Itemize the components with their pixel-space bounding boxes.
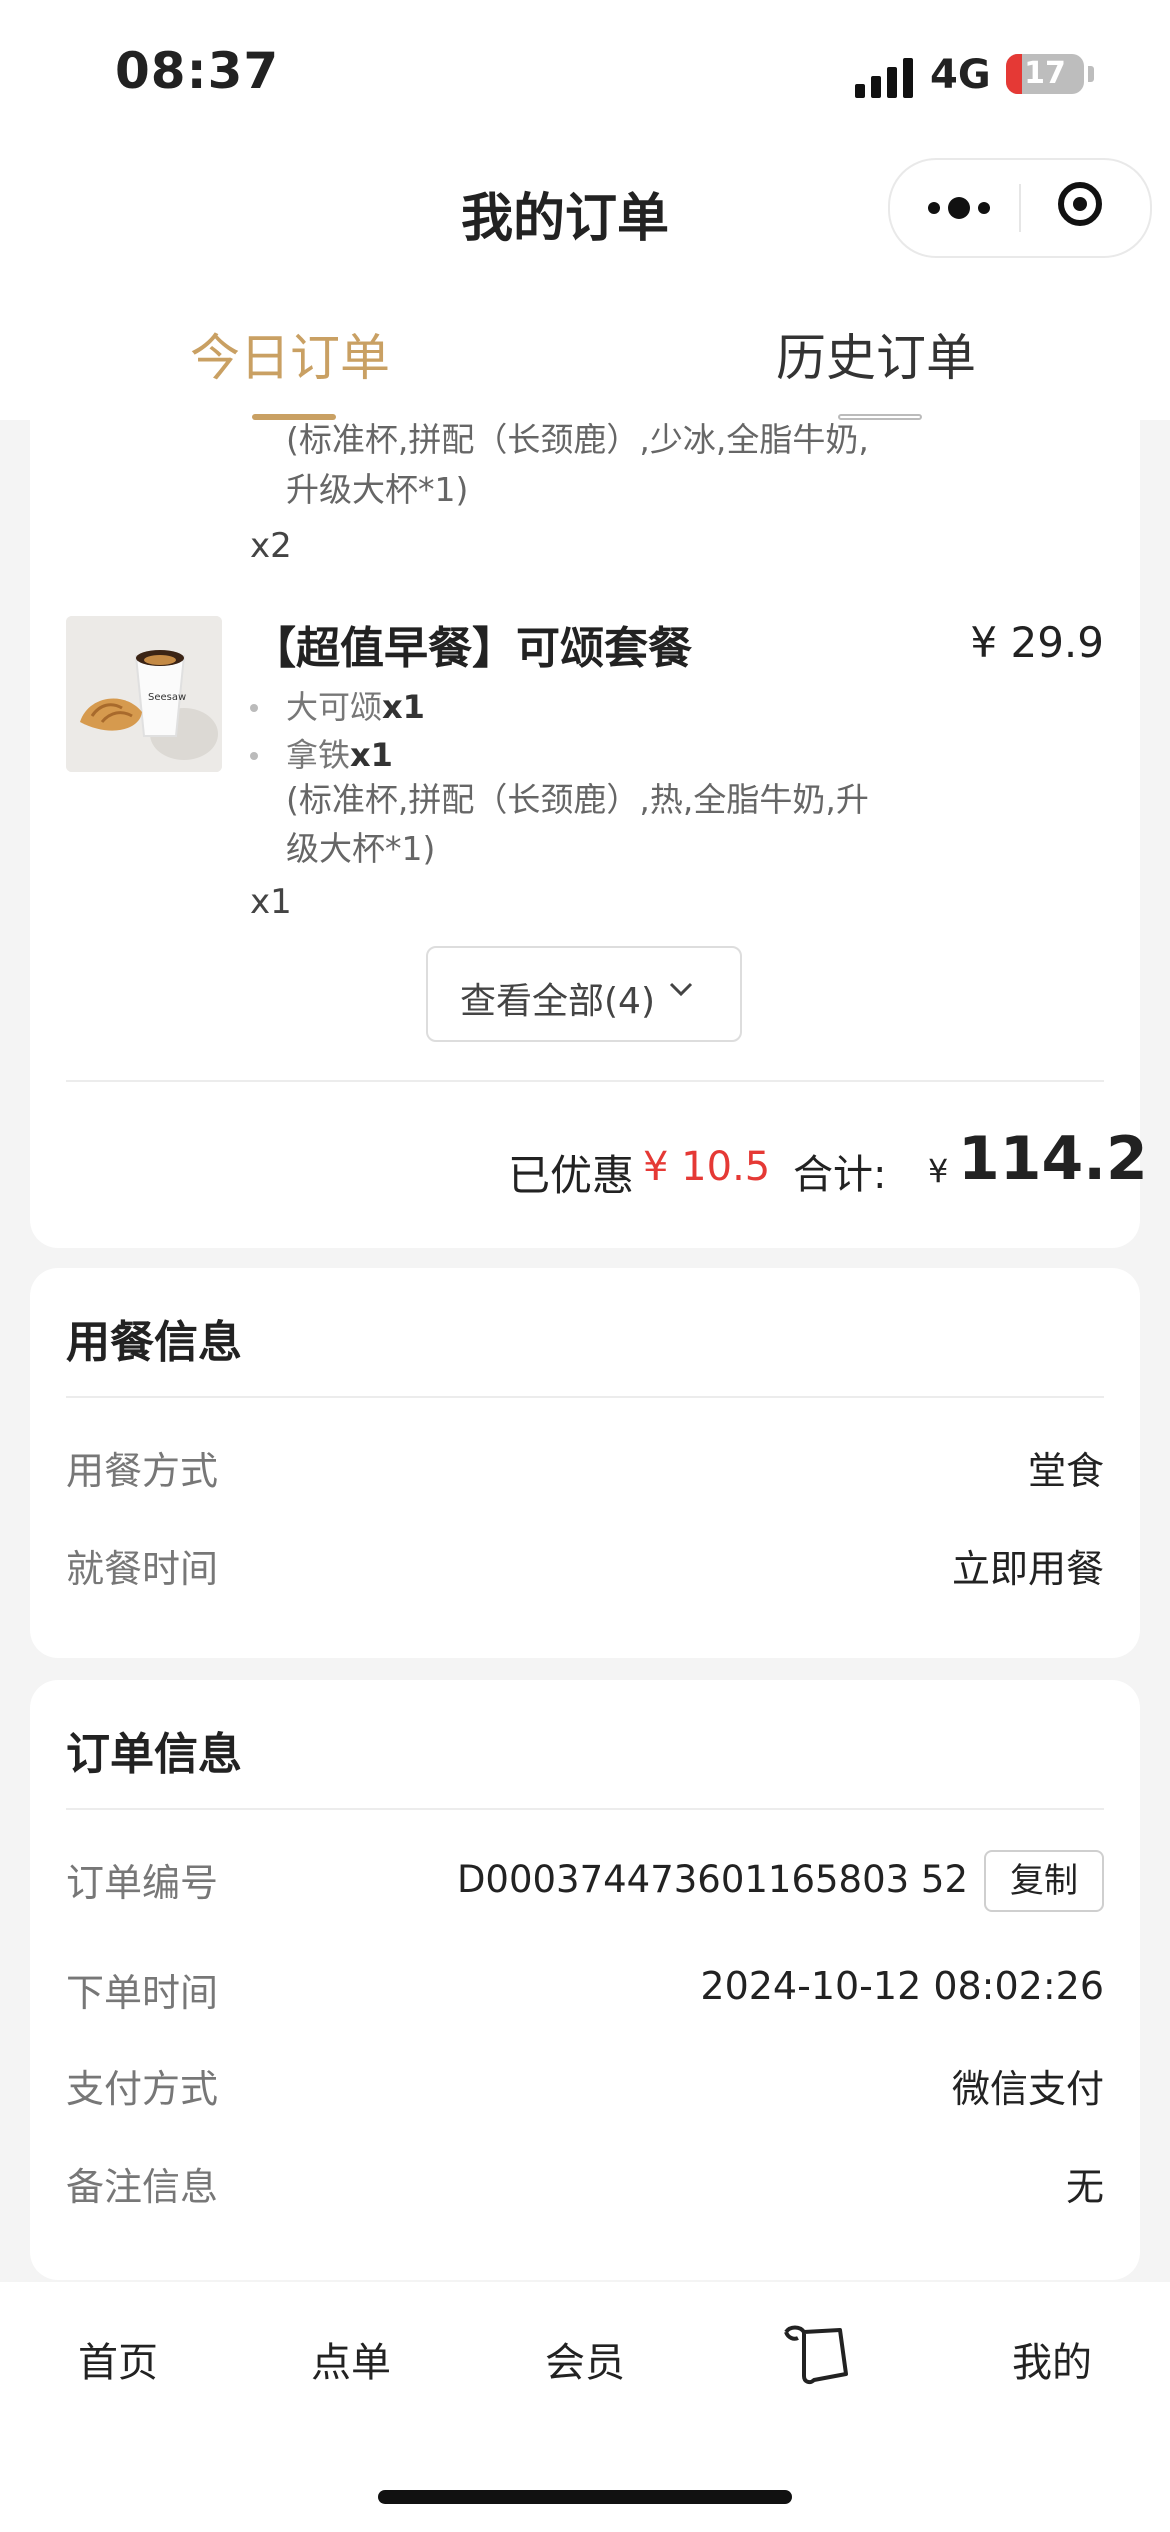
order-no-label: 订单编号 xyxy=(66,1861,219,1905)
more-icon[interactable] xyxy=(928,194,990,222)
view-all-button[interactable]: 查看全部(4) xyxy=(426,946,742,1042)
croissant-coffee-image: Seesaw xyxy=(66,616,222,772)
sub-item-croissant: 大可颂x1 xyxy=(286,682,425,728)
total-value: 114.2 xyxy=(958,1124,1148,1194)
tab-history-orders[interactable]: 历史订单 xyxy=(676,318,1076,390)
item-spec-line2: 级大杯*1) xyxy=(286,829,436,868)
nav-order[interactable]: 点单 xyxy=(261,2330,441,2388)
payment-value: 微信支付 xyxy=(951,2067,1104,2111)
payment-label: 支付方式 xyxy=(66,2067,219,2111)
home-indicator xyxy=(378,2490,792,2504)
product-price: ¥ 29.9 xyxy=(970,618,1104,667)
remark-label: 备注信息 xyxy=(66,2165,219,2209)
status-time: 08:37 xyxy=(115,42,280,100)
sub-item-name: 拿铁 xyxy=(286,736,351,774)
discount-value: ¥ 10.5 xyxy=(643,1144,771,1190)
signal-icon xyxy=(855,58,913,98)
meal-time-label: 就餐时间 xyxy=(66,1547,219,1591)
top-bar: 08:37 4G 17 我的订单 今日订单 历史订单 xyxy=(0,0,1170,420)
meal-time-value: 立即用餐 xyxy=(951,1547,1104,1591)
divider xyxy=(66,1080,1104,1082)
nav-mine[interactable]: 我的 xyxy=(962,2330,1142,2388)
network-type: 4G xyxy=(930,52,991,98)
item-spec-line1: (标准杯,拼配（长颈鹿）,热,全脂牛奶,升 xyxy=(286,780,869,819)
sub-item-qty: x1 xyxy=(382,688,425,726)
prev-item-spec-line1: (标准杯,拼配（长颈鹿）,少冰,全脂牛奶, xyxy=(286,420,869,459)
copy-button[interactable]: 复制 xyxy=(984,1850,1104,1912)
battery-icon: 17 xyxy=(1006,54,1084,94)
total-label: 合计: xyxy=(793,1152,887,1198)
close-target-icon[interactable] xyxy=(1058,182,1102,226)
discount-label: 已优惠 xyxy=(508,1151,635,1200)
item-qty: x1 xyxy=(250,882,292,922)
prev-item-qty: x2 xyxy=(250,526,292,566)
chevron-down-icon xyxy=(669,982,693,997)
prev-item-spec-line2: 升级大杯*1) xyxy=(286,470,469,509)
nav-member[interactable]: 会员 xyxy=(495,2330,675,2388)
meal-mode-value: 堂食 xyxy=(1027,1449,1104,1493)
receipt-icon[interactable] xyxy=(780,2322,852,2388)
meal-info-title: 用餐信息 xyxy=(66,1317,242,1368)
sub-item-latte: 拿铁x1 xyxy=(286,730,393,776)
product-name: 【超值早餐】可颂套餐 xyxy=(252,623,692,674)
meal-mode-label: 用餐方式 xyxy=(66,1449,219,1493)
product-image[interactable]: Seesaw xyxy=(66,616,222,772)
divider xyxy=(66,1396,1104,1398)
sub-item-name: 大可颂 xyxy=(286,688,383,726)
order-no-value: D000374473601165803 52 xyxy=(456,1858,968,1901)
svg-text:Seesaw: Seesaw xyxy=(148,692,186,703)
order-time-label: 下单时间 xyxy=(66,1971,219,2015)
history-tab-indicator xyxy=(838,414,922,420)
tab-today-orders[interactable]: 今日订单 xyxy=(90,318,490,390)
sub-item-qty: x1 xyxy=(350,736,393,774)
order-info-title: 订单信息 xyxy=(66,1729,242,1780)
miniprogram-capsule xyxy=(888,158,1152,258)
battery-level: 17 xyxy=(1024,56,1066,91)
bullet-dot xyxy=(250,704,258,712)
order-time-value: 2024-10-12 08:02:26 xyxy=(700,1964,1104,2008)
remark-value: 无 xyxy=(1065,2165,1104,2209)
nav-home[interactable]: 首页 xyxy=(28,2330,208,2388)
bullet-dot xyxy=(250,752,258,760)
divider xyxy=(66,1808,1104,1810)
total-currency: ¥ xyxy=(928,1152,949,1190)
view-all-label: 查看全部(4) xyxy=(460,981,655,1022)
battery-tip xyxy=(1088,66,1094,82)
active-tab-indicator xyxy=(252,414,336,420)
